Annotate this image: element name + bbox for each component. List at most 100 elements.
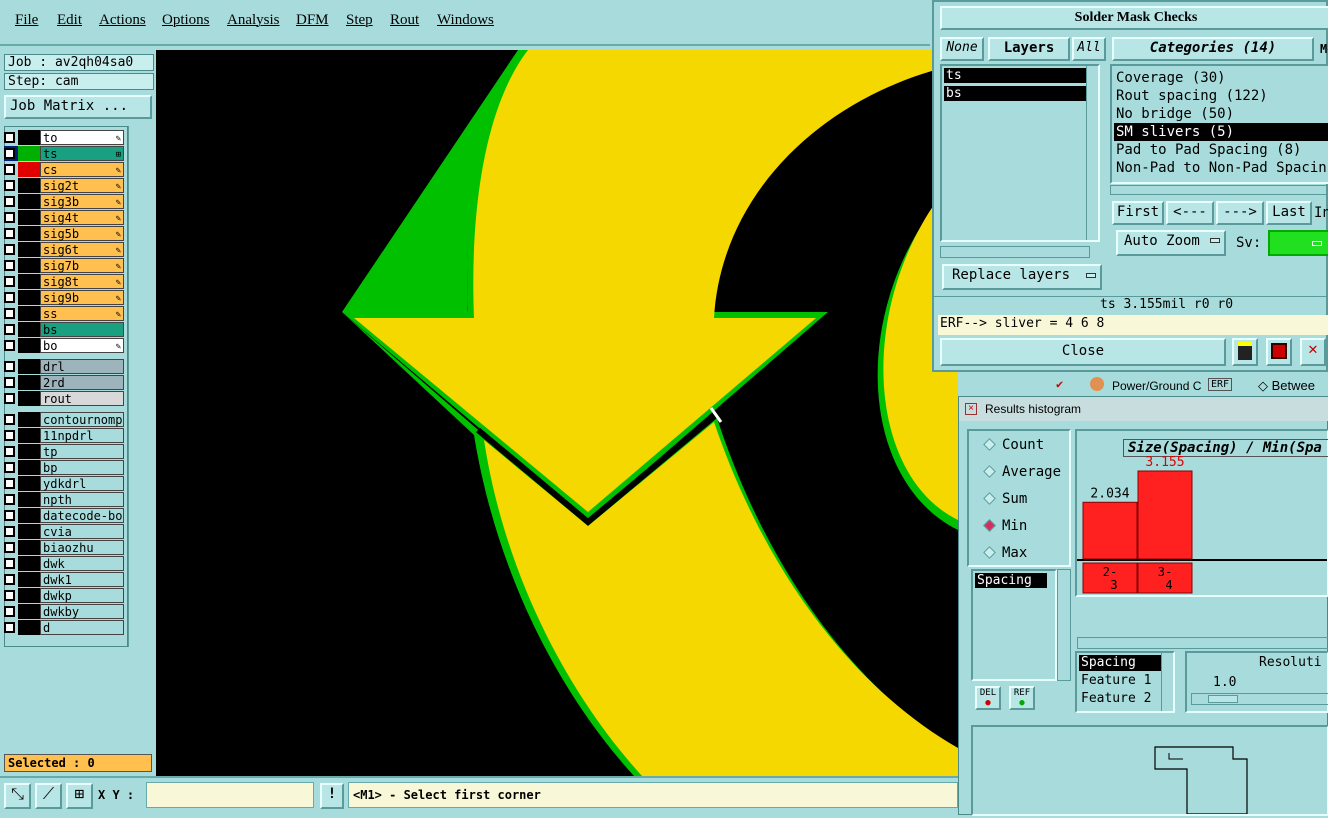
layer-row[interactable]: 2rd xyxy=(4,375,124,390)
layer-list-vscroll[interactable] xyxy=(1086,66,1098,240)
layer-checkbox[interactable] xyxy=(4,361,15,372)
layer-row[interactable]: tp xyxy=(4,444,124,459)
category-item[interactable]: Pad to Pad Spacing (8) xyxy=(1116,141,1301,159)
layer-color-swatch[interactable] xyxy=(18,492,40,507)
ref-button[interactable]: REF ● xyxy=(1009,686,1035,710)
layer-name[interactable]: sig4t ✎ xyxy=(40,210,124,225)
layer-checkbox[interactable] xyxy=(4,292,15,303)
layer-row[interactable]: bs xyxy=(4,322,124,337)
radio-min[interactable]: Min xyxy=(983,518,1027,534)
field-list-scroll[interactable] xyxy=(1161,653,1173,711)
layer-row[interactable]: drl xyxy=(4,359,124,374)
xy-input[interactable] xyxy=(146,782,314,808)
layer-checkbox[interactable] xyxy=(4,462,15,473)
zoom-box-button[interactable]: ⤡ xyxy=(4,783,31,809)
layer-name[interactable]: 2rd xyxy=(40,375,124,390)
layer-checkbox[interactable] xyxy=(4,606,15,617)
layer-row[interactable]: sig8t ✎ xyxy=(4,274,124,289)
layer-row[interactable]: dwkp xyxy=(4,588,124,603)
layer-checkbox[interactable] xyxy=(4,244,15,255)
close-button[interactable]: Close xyxy=(940,338,1226,366)
layer-name[interactable]: bs xyxy=(40,322,124,337)
layer-color-swatch[interactable] xyxy=(18,194,40,209)
layer-row[interactable]: sig4t ✎ xyxy=(4,210,124,225)
measure-button[interactable]: ⟋ xyxy=(35,783,62,809)
layer-color-swatch[interactable] xyxy=(18,375,40,390)
between-tab[interactable]: ◇ Betwee xyxy=(1258,378,1315,394)
layer-name[interactable]: dwk xyxy=(40,556,124,571)
layer-name[interactable]: ts ⊞ xyxy=(40,146,124,161)
layer-name[interactable]: ss ✎ xyxy=(40,306,124,321)
del-button[interactable]: DEL ● xyxy=(975,686,1001,710)
layer-color-swatch[interactable] xyxy=(18,306,40,321)
menu-analysis[interactable]: Analysis xyxy=(227,12,280,29)
layer-checkbox[interactable] xyxy=(4,377,15,388)
layer-checkbox[interactable] xyxy=(4,276,15,287)
layer-name[interactable]: datecode-bo xyxy=(40,508,124,523)
layer-color-swatch[interactable] xyxy=(18,338,40,353)
layer-color-swatch[interactable] xyxy=(18,210,40,225)
layer-checkbox[interactable] xyxy=(4,414,15,425)
layer-name[interactable]: biaozhu xyxy=(40,540,124,555)
layer-row[interactable]: cvia xyxy=(4,524,124,539)
radio-average[interactable]: Average xyxy=(983,464,1061,480)
layer-color-swatch[interactable] xyxy=(18,178,40,193)
category-item-selected[interactable]: SM slivers (5) xyxy=(1114,123,1328,141)
layer-row[interactable]: 11npdrl xyxy=(4,428,124,443)
layer-row[interactable]: ss ✎ xyxy=(4,306,124,321)
layer-row[interactable]: ydkdrl xyxy=(4,476,124,491)
menu-step[interactable]: Step xyxy=(346,12,373,29)
menu-edit[interactable]: Edit xyxy=(57,12,82,29)
layer-color-swatch[interactable] xyxy=(18,242,40,257)
layer-name[interactable]: cs ✎ xyxy=(40,162,124,177)
layer-name[interactable]: bo ✎ xyxy=(40,338,124,353)
layer-name[interactable]: sig5b ✎ xyxy=(40,226,124,241)
next-button[interactable]: ---> xyxy=(1216,201,1264,225)
layer-name[interactable]: bp xyxy=(40,460,124,475)
sm-layer-item[interactable]: bs xyxy=(944,86,1086,101)
layer-checkbox[interactable] xyxy=(4,558,15,569)
graphics-canvas[interactable] xyxy=(156,50,958,776)
spacing-list-scroll[interactable] xyxy=(1057,569,1071,681)
radio-sum[interactable]: Sum xyxy=(983,491,1027,507)
layer-color-swatch[interactable] xyxy=(18,540,40,555)
layer-row[interactable]: ts ⊞ xyxy=(4,146,124,161)
category-item[interactable]: Non-Pad to Non-Pad Spacin xyxy=(1116,159,1327,177)
categories-tab[interactable]: Categories (14) xyxy=(1112,37,1314,61)
radio-max[interactable]: Max xyxy=(983,545,1027,561)
resolution-slider[interactable] xyxy=(1191,693,1328,705)
slider-handle[interactable] xyxy=(1208,695,1238,703)
layer-row[interactable]: bo ✎ xyxy=(4,338,124,353)
menu-options[interactable]: Options xyxy=(162,12,210,29)
field-item[interactable]: Feature 1 xyxy=(1079,673,1151,689)
tool-button-2[interactable] xyxy=(1266,338,1292,366)
layer-row[interactable]: npth xyxy=(4,492,124,507)
layer-row[interactable]: datecode-bo xyxy=(4,508,124,523)
layer-list-hscroll[interactable] xyxy=(940,246,1090,258)
field-item-selected[interactable]: Spacing xyxy=(1079,655,1161,671)
layer-color-swatch[interactable] xyxy=(18,556,40,571)
sm-layer-item[interactable]: ts xyxy=(944,68,1086,83)
layer-color-swatch[interactable] xyxy=(18,588,40,603)
layer-checkbox[interactable] xyxy=(4,574,15,585)
layer-name[interactable]: sig3b ✎ xyxy=(40,194,124,209)
radio-count[interactable]: Count xyxy=(983,437,1044,453)
histogram-bar[interactable] xyxy=(1082,501,1138,560)
last-button[interactable]: Last xyxy=(1266,201,1312,225)
layer-name[interactable]: ydkdrl xyxy=(40,476,124,491)
layer-color-swatch[interactable] xyxy=(18,162,40,177)
layer-checkbox[interactable] xyxy=(4,196,15,207)
layer-color-swatch[interactable] xyxy=(18,226,40,241)
layers-all-button[interactable]: All xyxy=(1072,37,1106,61)
layer-color-swatch[interactable] xyxy=(18,412,40,427)
layer-checkbox[interactable] xyxy=(4,324,15,335)
layer-checkbox[interactable] xyxy=(4,132,15,143)
layer-row[interactable]: d xyxy=(4,620,124,635)
layer-name[interactable]: sig8t ✎ xyxy=(40,274,124,289)
layer-checkbox[interactable] xyxy=(4,180,15,191)
power-ground-tab[interactable]: Power/Ground C xyxy=(1112,379,1201,393)
layer-row[interactable]: sig6t ✎ xyxy=(4,242,124,257)
layer-row[interactable]: rout xyxy=(4,391,124,406)
layer-row[interactable]: sig2t ✎ xyxy=(4,178,124,193)
layer-name[interactable]: sig2t ✎ xyxy=(40,178,124,193)
